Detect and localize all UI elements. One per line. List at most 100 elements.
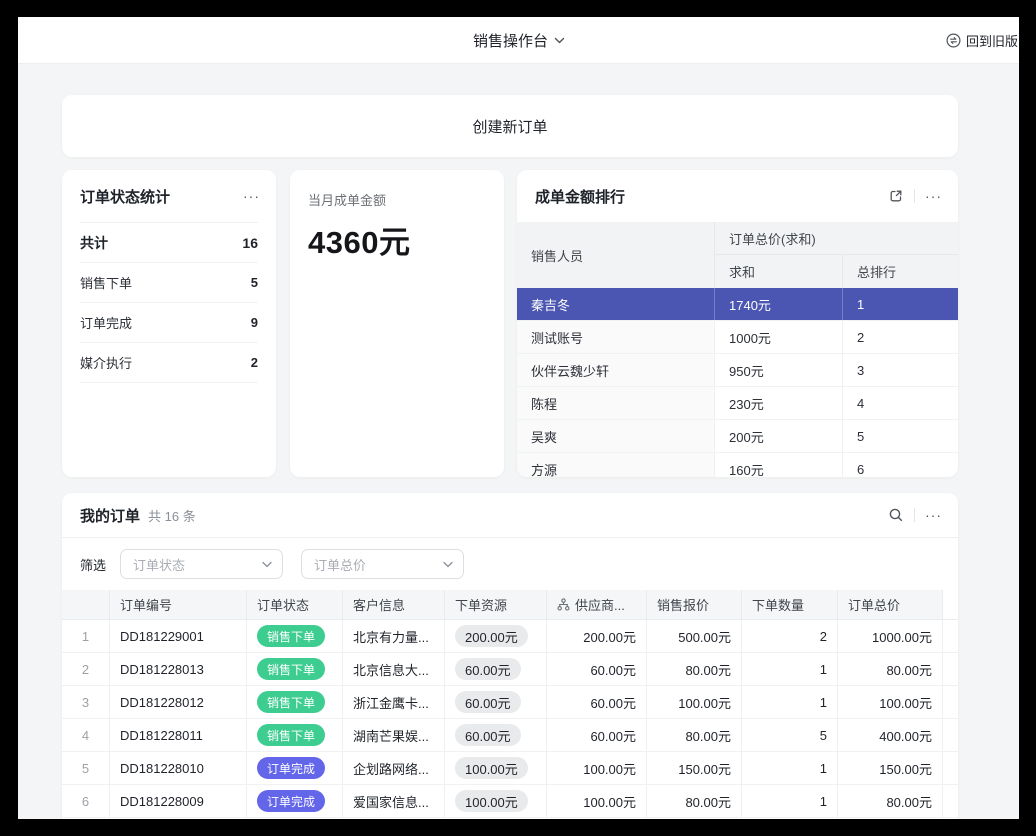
back-to-old-version-button[interactable]: 回到旧版 [946,17,1018,64]
monthly-amount-value: 4360元 [308,217,486,262]
ranking-table: 销售人员 订单总价(求和) 求和 总排行 秦吉冬 1740元 1 测试账号 10… [517,222,958,477]
status-value: 9 [251,315,258,330]
sales-quote: 100.00元 [647,686,742,719]
status-badge: 销售下单 [257,625,325,647]
person-name: 吴爽 [517,420,715,452]
row-index: 5 [62,752,110,785]
order-quantity: 5 [742,719,838,752]
workspace-switcher[interactable]: 销售操作台 [473,17,564,64]
more-menu-icon[interactable]: ··· [925,508,942,522]
switch-version-icon [946,33,961,48]
order-total: 150.00元 [838,752,943,785]
divider [914,508,915,522]
row-index: 2 [62,653,110,686]
table-row[interactable]: 5 DD181228010 订单完成 企划路网络... 100.00元 100.… [62,752,958,785]
col-header-rank: 总排行 [843,255,958,288]
customer-info: 浙江金鹰卡... [343,686,445,719]
more-menu-icon[interactable]: ··· [925,189,942,203]
status-card-title: 订单状态统计 [80,186,170,207]
order-no: DD181228013 [110,653,247,686]
table-row[interactable]: 1 DD181229001 销售下单 北京有力量... 200.00元 200.… [62,620,958,653]
col-header-order-no: 订单编号 [110,590,247,620]
col-header-index [62,590,110,620]
status-label: 销售下单 [80,273,132,292]
person-sum: 160元 [715,453,843,477]
status-row: 订单完成 9 [80,303,258,343]
customer-info: 北京信息大... [343,653,445,686]
person-name: 测试账号 [517,321,715,353]
orders-table-body: 1 DD181229001 销售下单 北京有力量... 200.00元 200.… [62,620,958,818]
order-no: DD181228010 [110,752,247,785]
person-rank: 6 [843,453,958,477]
customer-info: 爱国家信息... [343,785,445,818]
col-header-customer: 客户信息 [343,590,445,620]
person-sum: 200元 [715,420,843,452]
order-quantity: 2 [742,620,838,653]
order-quantity: 1 [742,752,838,785]
status-badge: 销售下单 [257,658,325,680]
ranking-row: 测试账号 1000元 2 [517,321,958,354]
search-icon[interactable] [888,507,904,523]
col-header-order-status: 订单状态 [247,590,343,620]
person-sum: 230元 [715,387,843,419]
order-no: DD181228012 [110,686,247,719]
order-total: 80.00元 [838,653,943,686]
sales-quote: 500.00元 [647,620,742,653]
resource-badge: 100.00元 [455,757,528,779]
order-quantity: 1 [742,785,838,818]
col-header-quantity: 下单数量 [742,590,838,620]
table-row[interactable]: 2 DD181228013 销售下单 北京信息大... 60.00元 60.00… [62,653,958,686]
table-row[interactable]: 4 DD181228011 销售下单 湖南芒果娱... 60.00元 60.00… [62,719,958,752]
resource-badge: 200.00元 [455,625,528,647]
order-total-filter-select[interactable]: 订单总价 [301,549,464,579]
person-name: 陈程 [517,387,715,419]
sales-quote: 80.00元 [647,653,742,686]
status-label: 订单完成 [80,313,132,332]
person-name: 伙伴云魏少轩 [517,354,715,386]
col-header-person: 销售人员 [517,222,715,288]
orders-table-header: 订单编号 订单状态 客户信息 下单资源 供应商... 销售报价 下单数量 订单总… [62,590,958,620]
col-header-resource: 下单资源 [445,590,547,620]
back-to-old-version-label: 回到旧版 [966,31,1018,50]
table-row[interactable]: 3 DD181228012 销售下单 浙江金鹰卡... 60.00元 60.00… [62,686,958,719]
supplier-price: 60.00元 [547,719,647,752]
col-header-quote: 销售报价 [647,590,742,620]
col-header-supplier: 供应商... [547,590,647,620]
order-no: DD181228011 [110,719,247,752]
supplier-price: 60.00元 [547,653,647,686]
person-rank: 5 [843,420,958,452]
order-status-filter-select[interactable]: 订单状态 [120,549,283,579]
ranking-card: 成单金额排行 ··· 销售人员 订单总价(求和) 求和 总排行 秦吉冬 1740… [517,170,958,477]
create-order-button[interactable]: 创建新订单 [62,95,958,157]
order-no: DD181229001 [110,620,247,653]
order-status-filter-placeholder: 订单状态 [133,555,185,574]
filter-label: 筛选 [80,555,106,574]
person-sum: 1000元 [715,321,843,353]
row-index: 4 [62,719,110,752]
more-menu-icon[interactable]: ··· [243,189,260,203]
table-row[interactable]: 6 DD181228009 订单完成 爱国家信息... 100.00元 100.… [62,785,958,818]
status-row: 销售下单 5 [80,263,258,303]
customer-info: 湖南芒果娱... [343,719,445,752]
status-badge: 订单完成 [257,790,325,812]
ranking-row: 吴爽 200元 5 [517,420,958,453]
person-sum: 1740元 [715,288,843,320]
filter-bar: 筛选 订单状态 订单总价 [62,538,958,590]
status-value: 5 [251,275,258,290]
status-badge: 销售下单 [257,724,325,746]
row-index: 3 [62,686,110,719]
supplier-price: 60.00元 [547,686,647,719]
order-total: 100.00元 [838,686,943,719]
resource-badge: 60.00元 [455,658,521,680]
open-in-new-icon[interactable] [888,188,904,204]
order-total: 1000.00元 [838,620,943,653]
order-status-stats-card: 订单状态统计 ··· 共计 16 销售下单 5 订单完成 9 媒介执行 2 [62,170,276,477]
status-row-total: 共计 16 [80,223,258,263]
supplier-price: 100.00元 [547,752,647,785]
top-bar: 销售操作台 回到旧版 [18,17,1019,64]
order-total: 400.00元 [838,719,943,752]
person-rank: 2 [843,321,958,353]
col-header-total-sum: 订单总价(求和) [715,222,958,255]
status-value: 16 [242,235,258,251]
relation-lookup-icon [557,598,570,611]
